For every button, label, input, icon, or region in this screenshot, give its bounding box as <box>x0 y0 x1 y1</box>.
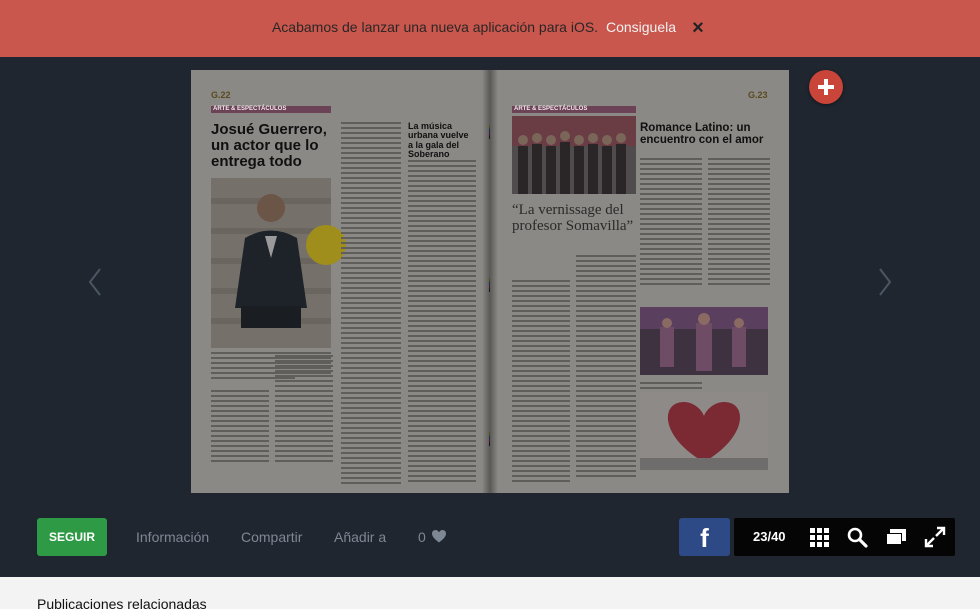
close-icon[interactable]: × <box>689 17 707 39</box>
right-section-label: ARTE & ESPECTÁCULOS <box>514 106 588 112</box>
advertisement <box>640 392 768 470</box>
banner-message-wrap: Acabamos de lanzar una nueva aplicación … <box>0 19 948 35</box>
right-page-number: G.23 <box>748 90 768 100</box>
left-col-2 <box>211 390 269 465</box>
page-gutter <box>482 70 498 493</box>
ios-app-banner: Acabamos de lanzar una nueva aplicación … <box>0 0 980 57</box>
group-photo <box>512 116 636 194</box>
chevron-right-icon[interactable] <box>877 267 893 297</box>
left-page: G.22 ARTE & ESPECTÁCULOS Josué Guerrero,… <box>191 70 493 493</box>
right-col-4 <box>708 158 770 288</box>
publication-toolbar: SEGUIR Información Compartir Añadir a 0 … <box>0 497 980 577</box>
facebook-share-button[interactable]: f <box>679 518 730 556</box>
left-page-number: G.22 <box>211 90 231 100</box>
viewer-controls: 23/40 <box>734 518 955 556</box>
plus-icon[interactable] <box>809 70 843 104</box>
right-feature-headline: “La vernissage del profesor Somavilla” <box>512 202 634 234</box>
banner-get-app-link[interactable]: Consiguela <box>606 19 676 35</box>
add-to-link[interactable]: Añadir a <box>334 529 386 545</box>
left-sub-headline: La música urbana vuelve a la gala del So… <box>408 121 469 160</box>
facebook-icon: f <box>700 523 709 553</box>
pages-icon[interactable] <box>884 526 906 548</box>
fullscreen-icon[interactable] <box>924 526 946 548</box>
left-col-3 <box>275 355 333 465</box>
actor-photo <box>211 178 331 348</box>
chevron-left-icon[interactable] <box>87 267 103 297</box>
magazine-viewer: G.22 ARTE & ESPECTÁCULOS Josué Guerrero,… <box>0 57 980 497</box>
follow-button[interactable]: SEGUIR <box>37 518 107 556</box>
page-counter: 23/40 <box>753 529 786 544</box>
grid-icon[interactable] <box>808 526 830 548</box>
quote-bubble <box>306 225 346 265</box>
right-col-1 <box>512 280 570 485</box>
info-link[interactable]: Información <box>136 529 209 545</box>
left-col-5 <box>408 160 476 485</box>
related-publications: Publicaciones relacionadas <box>0 577 980 609</box>
left-col-4 <box>341 122 401 487</box>
like-button[interactable]: 0 <box>418 529 446 545</box>
right-col-3 <box>640 158 702 288</box>
left-headline: Josué Guerrero, un actor que lo entrega … <box>211 121 327 170</box>
right-page: G.23 ARTE & ESPECTÁCULOS “La vernissage … <box>490 70 789 493</box>
search-icon[interactable] <box>846 526 868 548</box>
share-link[interactable]: Compartir <box>241 529 302 545</box>
left-section-label: ARTE & ESPECTÁCULOS <box>213 106 287 112</box>
right-headline: Romance Latino: un encuentro con el amor <box>640 122 764 147</box>
like-count: 0 <box>418 529 426 545</box>
heart-icon <box>431 530 446 543</box>
concert-photo <box>640 307 768 375</box>
right-col-2 <box>576 255 636 480</box>
banner-message: Acabamos de lanzar una nueva aplicación … <box>271 19 599 35</box>
related-title: Publicaciones relacionadas <box>37 596 207 609</box>
page-spread[interactable]: G.22 ARTE & ESPECTÁCULOS Josué Guerrero,… <box>191 70 789 493</box>
